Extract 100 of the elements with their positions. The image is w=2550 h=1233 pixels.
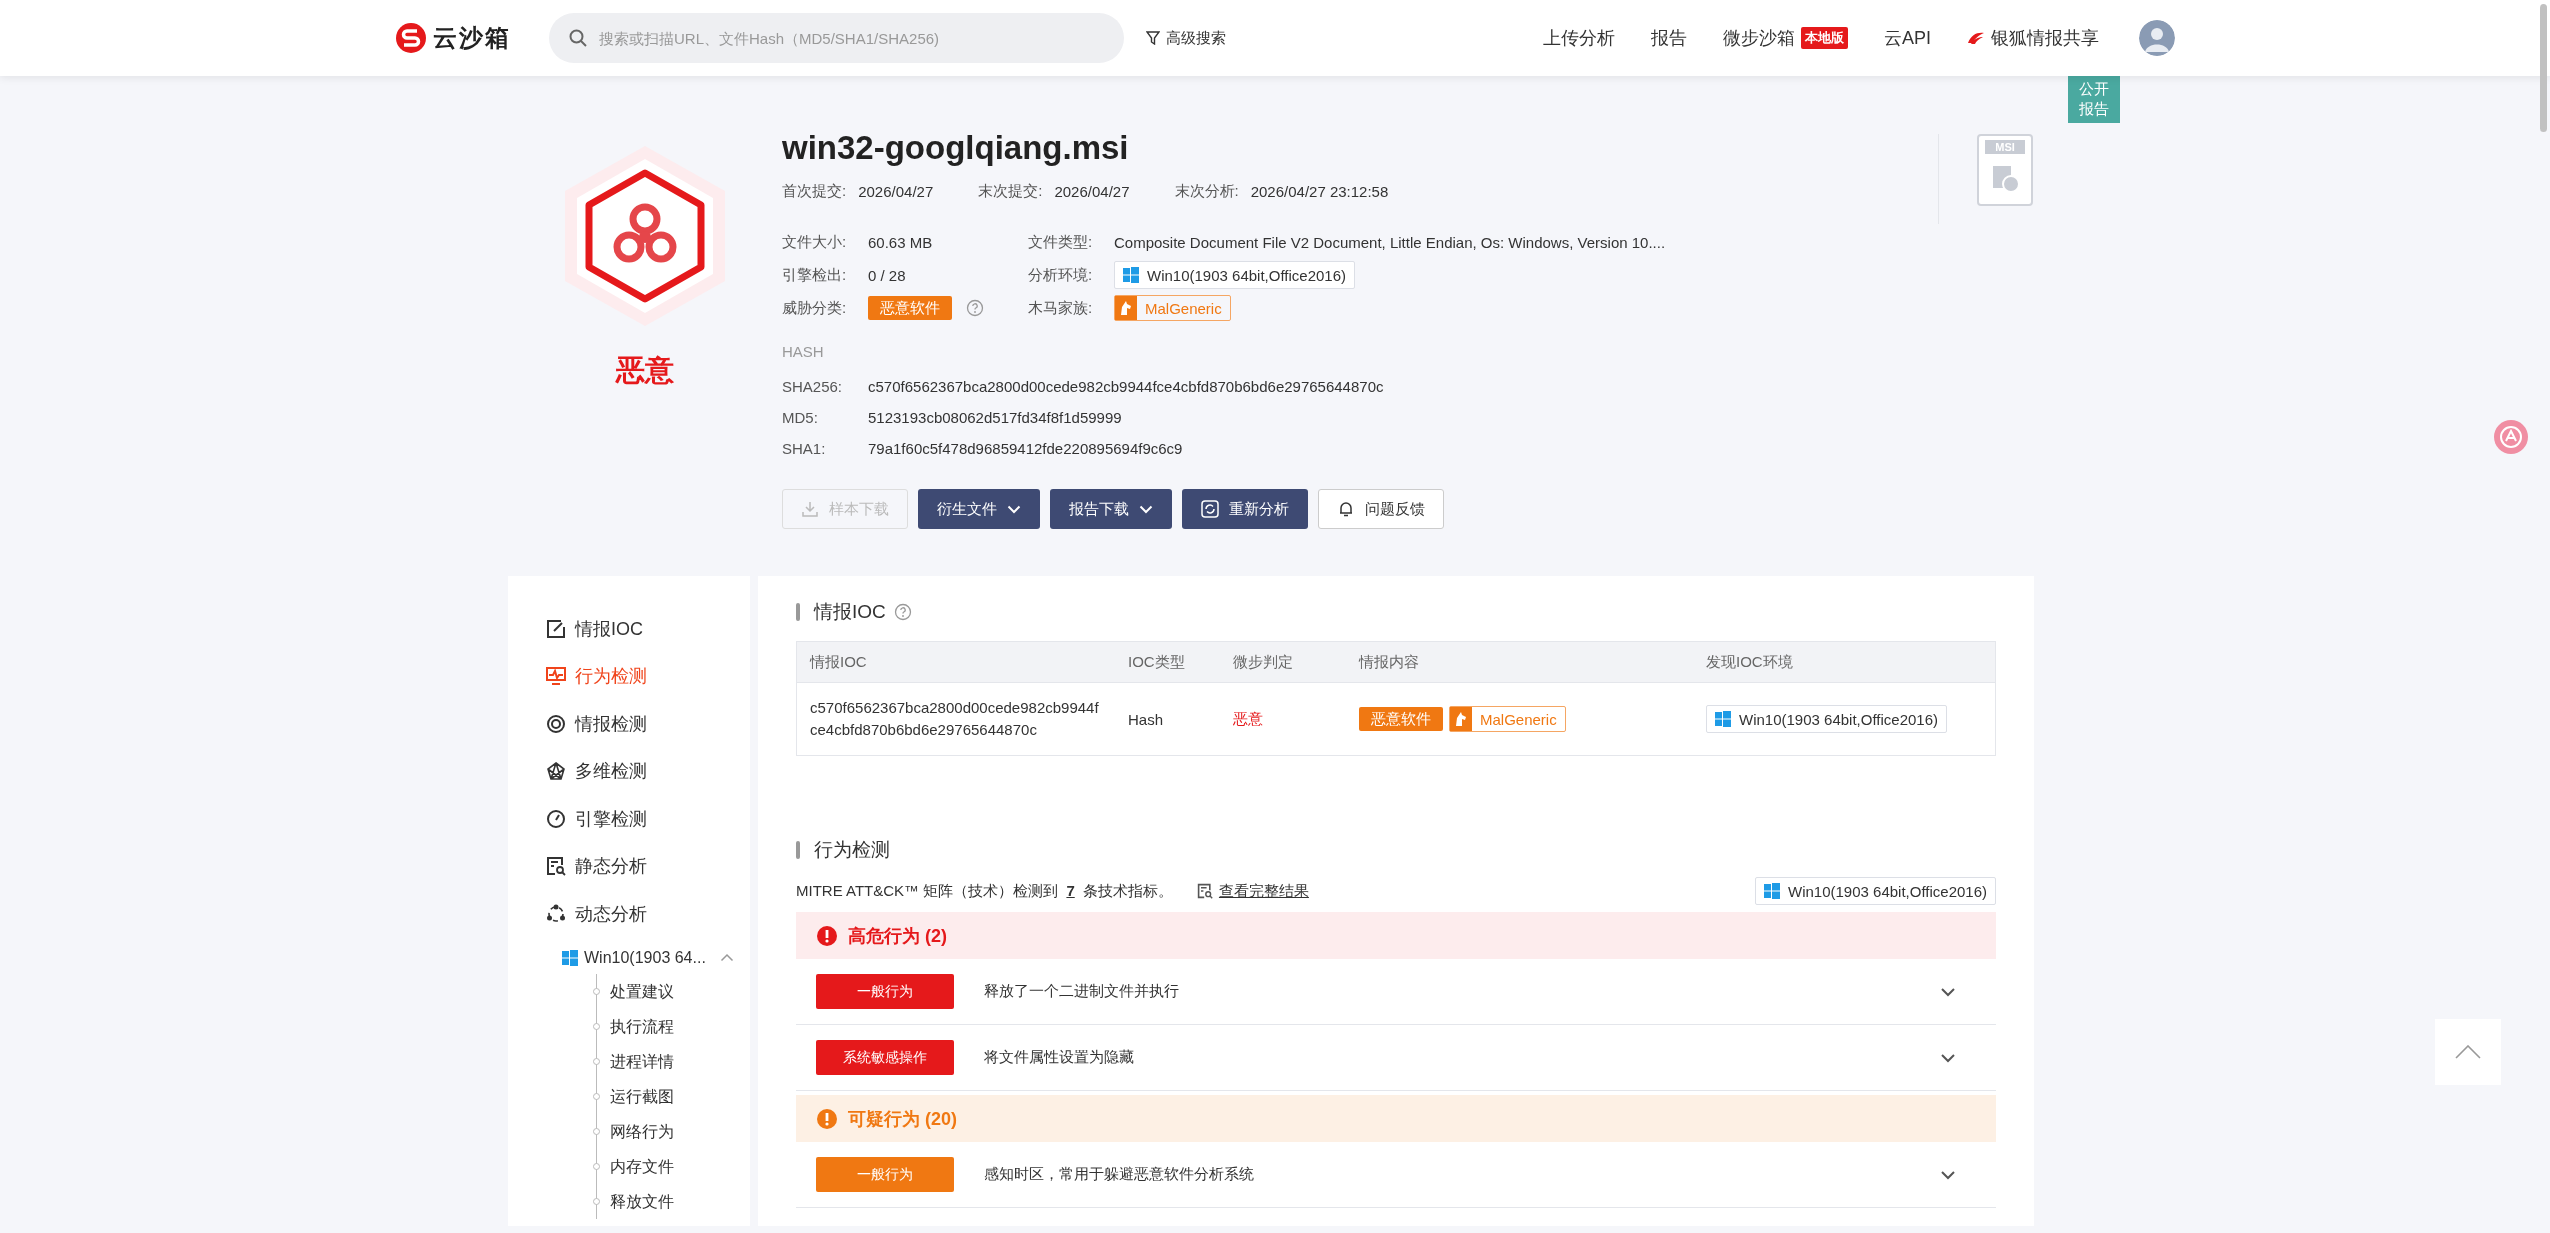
hash-value: c570f6562367bca2800d00cede982cb9944fce4cbfd870b6bd6e29765644870c [868, 378, 1385, 395]
advanced-search-link[interactable]: 高级搜索 [1146, 28, 1226, 48]
chevron-icon[interactable] [720, 953, 734, 962]
info-label: 文件类型: [1028, 232, 1094, 252]
section-title: 情报IOC [814, 600, 886, 624]
column-header: IOC类型 [1115, 642, 1220, 682]
sidebar-item[interactable]: 情报IOC [508, 605, 750, 653]
chevron-up-icon [2455, 1045, 2481, 1059]
chess-knight-icon [1115, 296, 1137, 320]
hash-heading: HASH [782, 343, 825, 360]
hash-label: SHA256: [782, 378, 844, 395]
column-header: 发现IOC环境 [1693, 642, 1995, 682]
date-label: 末次提交: [978, 182, 1043, 201]
windows-icon [562, 949, 578, 966]
info-value: Composite Document File V2 Document, Little Endian, Os: Windows, Version 10.... [1114, 233, 1666, 251]
mitre-summary: MITRE ATT&CK™ 矩阵（技术）检测到 7 条技术指标。 [796, 881, 1173, 901]
translate-icon[interactable] [2493, 419, 2529, 455]
sidebar-item[interactable]: 引擎检测 [508, 795, 750, 843]
info-label: 威胁分类: [782, 298, 848, 318]
hash-label: MD5: [782, 409, 819, 426]
nav-link[interactable]: 上传分析 [1543, 26, 1615, 50]
column-header: 情报内容 [1346, 642, 1693, 682]
severity-header: 高危行为 (2) [796, 912, 1996, 959]
threat-tag: 恶意软件 [1359, 707, 1443, 731]
document-search-icon [1196, 883, 1213, 899]
info-label: 分析环境: [1028, 265, 1094, 285]
caret-icon [1139, 504, 1153, 514]
scrollbar-thumb[interactable] [2540, 4, 2547, 132]
edit-icon [546, 618, 566, 639]
table-cell: Hash [1115, 682, 1220, 755]
network-icon [546, 761, 566, 782]
info-label: 木马家族: [1028, 298, 1094, 318]
caret-icon [1007, 504, 1021, 514]
chevron-down-icon [1940, 1052, 1956, 1063]
verdict-text: 恶意 [1220, 682, 1346, 755]
nav-link[interactable]: 云API [1884, 26, 1931, 50]
severity-header: 可疑行为 (20) [796, 1095, 1996, 1142]
full-results-link[interactable]: 查看完整结果 [1196, 881, 1309, 901]
sidebar-item[interactable]: 情报检测 [508, 700, 750, 748]
behavior-row[interactable]: 一般行为 释放了一个二进制文件并执行 [796, 959, 1996, 1025]
behavior-tag: 系统敏感操作 [816, 1040, 954, 1075]
brand-name: 云沙箱 [433, 23, 511, 53]
date-label: 首次提交: [782, 182, 847, 201]
behavior-row[interactable]: 一般行为 感知时区，常用于躲避恶意软件分析系统 [796, 1142, 1996, 1208]
windows-icon [1764, 883, 1780, 899]
info-label: 引擎检出: [782, 265, 848, 285]
verdict-label: 恶意 [616, 353, 674, 388]
behavior-text: 释放了一个二进制文件并执行 [984, 982, 1179, 1001]
chess-knight-icon [1450, 707, 1472, 731]
search-field[interactable]: 搜索或扫描URL、文件Hash（MD5/SHA1/SHA256) [549, 13, 1124, 63]
chevron-down-icon [1940, 986, 1956, 997]
download-icon [801, 500, 819, 518]
alert-icon [816, 924, 838, 947]
gauge-icon [546, 808, 566, 829]
environment-item[interactable]: Win10(1903 64... [508, 937, 750, 978]
document-search-icon [546, 856, 566, 877]
file-name: win32-googlqiang.msi [782, 128, 1130, 168]
hash-label: SHA1: [782, 440, 827, 457]
action-button[interactable]: 重新分析 [1182, 489, 1308, 529]
cycle-icon [546, 903, 566, 924]
action-button[interactable]: 问题反馈 [1318, 489, 1444, 529]
edition-badge: 本地版 [1801, 27, 1848, 49]
chevron-down-icon [1940, 1169, 1956, 1180]
sidebar-item[interactable]: 动态分析 [508, 890, 750, 938]
behavior-tag: 一般行为 [816, 974, 954, 1009]
environment-label: Win10(1903 64bit,Office2016) [1739, 710, 1938, 728]
behavior-row[interactable]: 系统敏感操作 将文件属性设置为隐藏 [796, 1025, 1996, 1091]
sidebar-item[interactable]: 多维检测 [508, 747, 750, 795]
action-button[interactable]: 衍生文件 [918, 489, 1040, 529]
nav-link[interactable]: 微步沙箱 本地版 [1723, 26, 1848, 50]
ioc-value: c570f6562367bca2800d00cede982cb9944fce4cbfd870b6bd6e29765644870c [797, 682, 1115, 755]
search-icon [569, 29, 587, 47]
date-value: 2026/04/27 [858, 183, 934, 200]
threat-tag: 恶意软件 [868, 296, 952, 320]
action-button[interactable]: 报告下载 [1050, 489, 1172, 529]
sidebar-item[interactable]: 静态分析 [508, 842, 750, 890]
alert-icon [816, 1107, 838, 1130]
info-label: 文件大小: [782, 232, 848, 252]
logo-icon [395, 22, 427, 54]
help-icon[interactable] [893, 603, 912, 621]
date-label: 末次分析: [1174, 182, 1239, 201]
info-value: 60.63 MB [868, 233, 933, 251]
help-icon[interactable] [966, 299, 984, 317]
avatar[interactable] [2139, 20, 2175, 56]
pulse-icon [546, 666, 566, 687]
date-value: 2026/04/27 23:12:58 [1250, 183, 1389, 200]
hash-value: 5123193cb08062d517fd34f8f1d59999 [868, 409, 1123, 426]
nav-link[interactable]: 报告 [1651, 26, 1687, 50]
info-value: 0 / 28 [868, 266, 906, 284]
family-tag: MalGeneric [1114, 295, 1231, 321]
column-header: 情报IOC [797, 642, 1115, 682]
environment-label: Win10(1903 64bit,Office2016) [1788, 882, 1987, 900]
section-title: 行为检测 [814, 838, 890, 862]
nav-link[interactable]: 银狐情报共享 [1967, 26, 2099, 50]
bird-icon [1967, 31, 1985, 45]
bell-icon [1337, 500, 1355, 518]
filter-icon [1146, 31, 1160, 45]
date-value: 2026/04/27 [1054, 183, 1130, 200]
sidebar-item[interactable]: 行为检测 [508, 652, 750, 700]
family-tag: MalGeneric [1449, 706, 1566, 732]
